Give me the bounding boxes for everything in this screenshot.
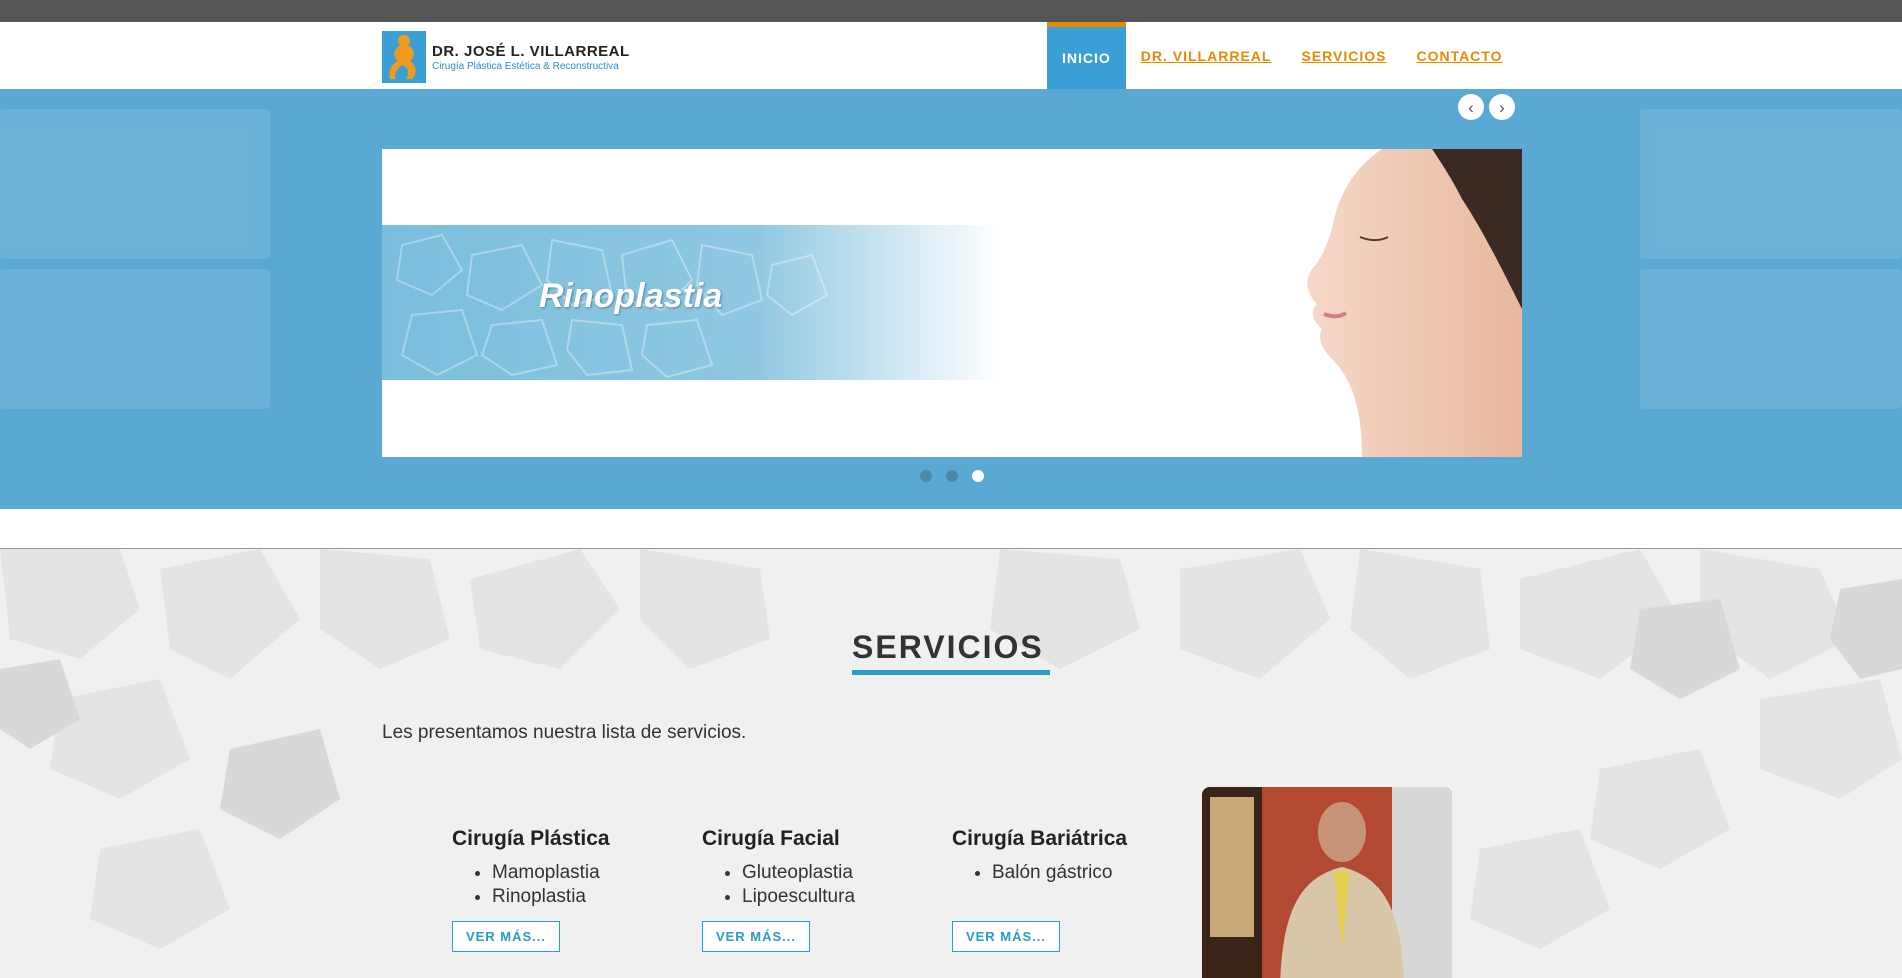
list-item: Gluteoplastia <box>742 861 922 885</box>
slider-controls: ‹ › <box>1458 94 1515 120</box>
logo[interactable]: DR. JOSÉ L. VILLARREAL Cirugía Plástica … <box>382 31 630 83</box>
slide: Rinoplastia <box>382 149 1522 457</box>
list-item: Rinoplastia <box>492 885 672 909</box>
ver-mas-button-plastica[interactable]: VER MÁS... <box>452 921 560 952</box>
service-title: Cirugía Facial <box>702 827 840 850</box>
nav-servicios[interactable]: SERVICIOS <box>1286 22 1401 89</box>
list-item: Mamoplastia <box>492 861 672 885</box>
doctor-photo <box>1202 787 1452 978</box>
ver-mas-button-bariatrica[interactable]: VER MÁS... <box>952 921 1060 952</box>
title-underline <box>852 670 1050 675</box>
service-list: Mamoplastia Rinoplastia <box>492 861 672 909</box>
list-item: Lipoescultura <box>742 885 922 909</box>
slider-dots <box>920 470 984 482</box>
nav-inicio[interactable]: INICIO <box>1047 22 1126 89</box>
background-tile <box>1640 269 1902 409</box>
background-tile <box>1640 109 1902 259</box>
logo-icon <box>382 31 426 83</box>
logo-subtitle: Cirugía Plástica Estética & Reconstructi… <box>432 60 619 72</box>
background-tile <box>0 269 270 409</box>
site-header: DR. JOSÉ L. VILLARREAL Cirugía Plástica … <box>0 22 1902 89</box>
chevron-left-icon[interactable]: ‹ <box>1458 94 1484 120</box>
section-title: SERVICIOS <box>852 629 1044 665</box>
service-list: Balón gástrico <box>992 861 1172 885</box>
slider-dot[interactable] <box>920 470 932 482</box>
top-bar <box>0 0 1902 22</box>
service-column-plastica: Cirugía Plástica Mamoplastia Rinoplastia <box>452 827 672 909</box>
services-section: SERVICIOS Les presentamos nuestra lista … <box>0 549 1902 978</box>
nav-contacto[interactable]: CONTACTO <box>1401 22 1517 89</box>
service-list: Gluteoplastia Lipoescultura <box>742 861 922 909</box>
slider-dot-active[interactable] <box>972 470 984 482</box>
slider-dot[interactable] <box>946 470 958 482</box>
face-image <box>1212 149 1522 457</box>
nav-dr-villarreal[interactable]: DR. VILLARREAL <box>1126 22 1287 89</box>
chevron-right-icon[interactable]: › <box>1489 94 1515 120</box>
hexagon-pattern <box>0 549 1902 949</box>
service-column-facial: Cirugía Facial Gluteoplastia Lipoescultu… <box>702 827 922 909</box>
main-nav: INICIO DR. VILLARREAL SERVICIOS CONTACTO <box>1047 22 1518 89</box>
slide-title: Rinoplastia <box>539 277 723 315</box>
service-column-bariatrica: Cirugía Bariátrica Balón gástrico <box>952 827 1172 885</box>
logo-name: DR. JOSÉ L. VILLARREAL <box>432 42 630 60</box>
list-item: Balón gástrico <box>992 861 1172 885</box>
service-title: Cirugía Plástica <box>452 827 610 850</box>
section-intro: Les presentamos nuestra lista de servici… <box>382 722 747 743</box>
service-title: Cirugía Bariátrica <box>952 827 1128 850</box>
background-tile <box>0 109 270 259</box>
hero-slider: ‹ › Rinoplastia <box>0 89 1902 509</box>
ver-mas-button-facial[interactable]: VER MÁS... <box>702 921 810 952</box>
